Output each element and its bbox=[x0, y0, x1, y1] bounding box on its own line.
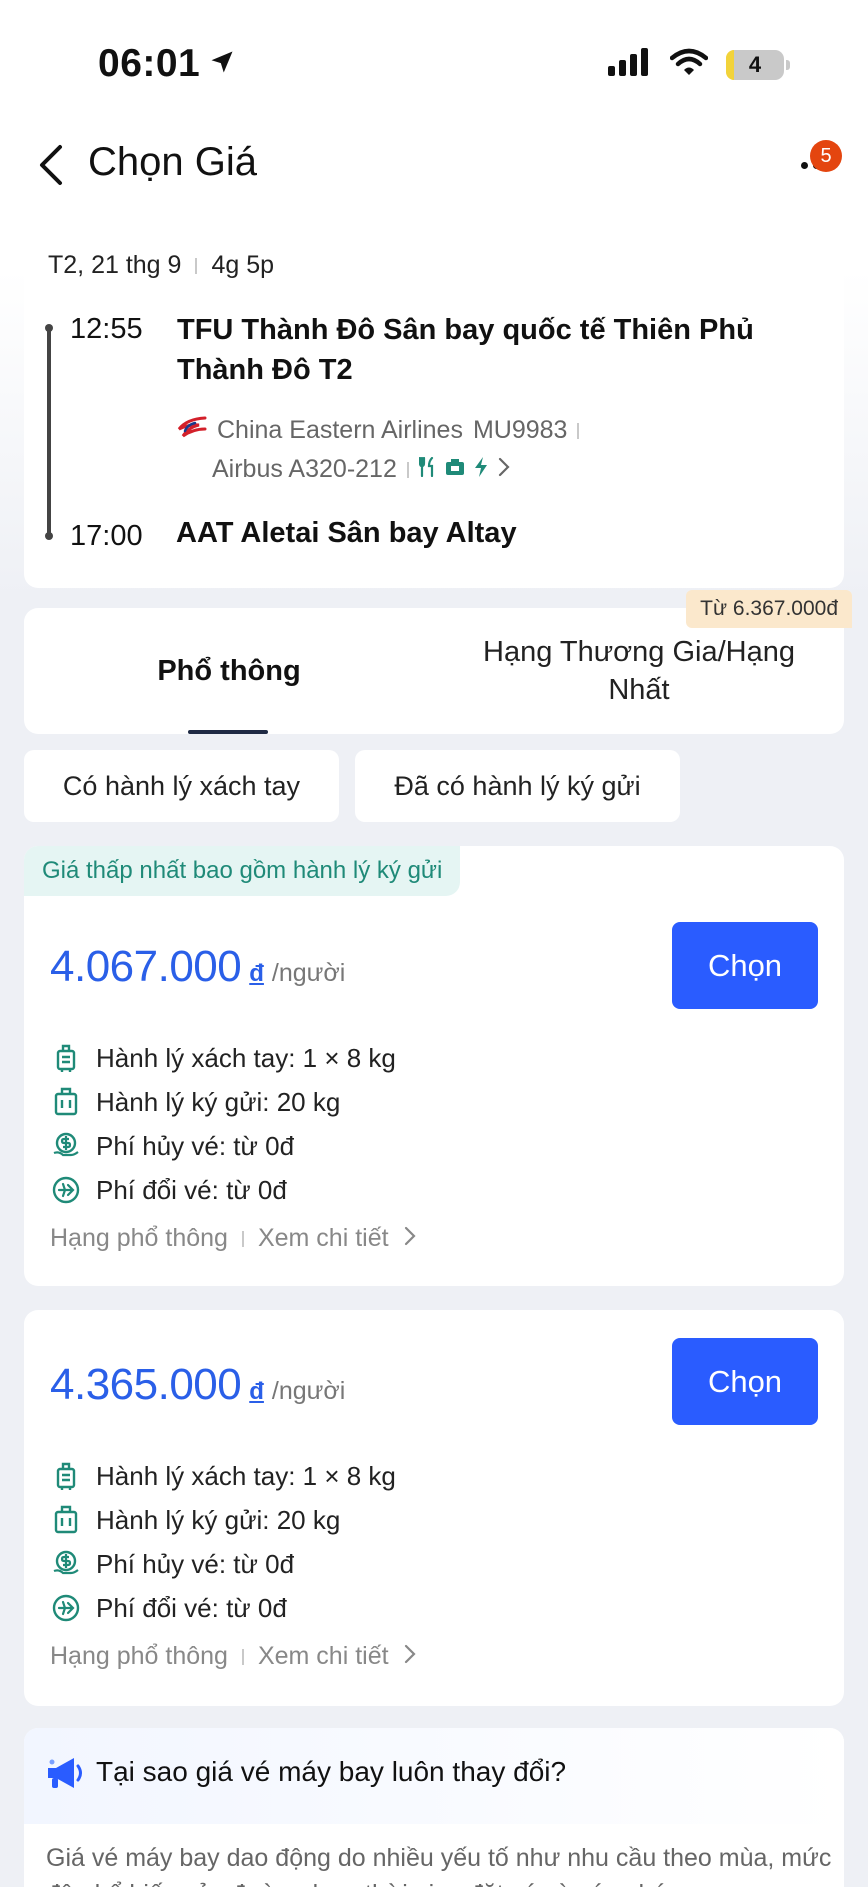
change-flight-icon bbox=[50, 1174, 82, 1206]
carry-on-bag-icon bbox=[50, 1460, 82, 1492]
flight-duration: 4g 5p bbox=[211, 251, 274, 279]
divider bbox=[195, 257, 198, 274]
chevron-right-icon bbox=[497, 455, 511, 484]
checked-bag-icon bbox=[50, 1504, 82, 1536]
fare-benefits: Hành lý xách tay: 1 × 8 kg Hành lý ký gử… bbox=[50, 1036, 396, 1212]
currency: đ bbox=[249, 960, 264, 987]
currency: đ bbox=[249, 1378, 264, 1405]
chevron-right-icon bbox=[403, 1642, 417, 1671]
aircraft-model: Airbus A320-212 bbox=[212, 455, 397, 483]
fare-price: 4.365.000 bbox=[50, 1360, 242, 1409]
benefit-cancel: Phí hủy vé: từ 0đ bbox=[50, 1542, 396, 1586]
status-bar: 06:01 4 bbox=[0, 30, 868, 100]
benefit-checked: Hành lý ký gửi: 20 kg bbox=[50, 1080, 396, 1124]
back-button[interactable] bbox=[30, 142, 70, 192]
price-row: 4.365.000 đ /người bbox=[50, 1360, 345, 1410]
refund-coin-icon bbox=[50, 1548, 82, 1580]
departure-time: 12:55 bbox=[70, 313, 143, 345]
benefit-cancel: Phí hủy vé: từ 0đ bbox=[50, 1124, 396, 1168]
timeline-dot-departure bbox=[45, 324, 53, 332]
info-title: Tại sao giá vé máy bay luôn thay đổi? bbox=[96, 1756, 567, 1787]
flight-date: T2, 21 thg 9 bbox=[48, 251, 182, 279]
per-person: /người bbox=[271, 1377, 346, 1405]
benefit-carry-on: Hành lý xách tay: 1 × 8 kg bbox=[50, 1036, 396, 1080]
divider bbox=[241, 1648, 244, 1665]
checked-bag-icon bbox=[50, 1086, 82, 1118]
benefit-carry-on: Hành lý xách tay: 1 × 8 kg bbox=[50, 1454, 396, 1498]
battery-indicator: 4 bbox=[726, 49, 790, 80]
filter-checked-baggage[interactable]: Đã có hành lý ký gửi bbox=[355, 750, 680, 822]
view-details-link[interactable]: Xem chi tiết bbox=[258, 1642, 389, 1671]
fare-card: Giá thấp nhất bao gồm hành lý ký gửi 4.0… bbox=[24, 846, 844, 1286]
flight-summary-card: T2, 21 thg 9 4g 5p 12:55 TFU Thành Đô Sâ… bbox=[24, 225, 844, 588]
fare-benefits: Hành lý xách tay: 1 × 8 kg Hành lý ký gử… bbox=[50, 1454, 396, 1630]
tab-economy[interactable]: Phổ thông bbox=[24, 608, 434, 734]
select-fare-button[interactable]: Chọn bbox=[672, 1338, 818, 1425]
more-options-button[interactable]: 5 bbox=[772, 140, 842, 190]
fare-price: 4.067.000 bbox=[50, 942, 242, 991]
filter-carry-on[interactable]: Có hành lý xách tay bbox=[24, 750, 339, 822]
flight-number: MU9983 bbox=[472, 416, 568, 444]
carry-on-bag-icon bbox=[50, 1042, 82, 1074]
location-arrow-icon bbox=[208, 42, 236, 86]
fare-class: Hạng phổ thông bbox=[50, 1224, 228, 1252]
arrival-time: 17:00 bbox=[70, 520, 143, 552]
info-body: Giá vé máy bay dao động do nhiều yếu tố … bbox=[46, 1844, 832, 1887]
arrival-airport: AAT Aletai Sân bay Altay bbox=[176, 517, 517, 549]
fare-footer: Hạng phổ thông Xem chi tiết bbox=[50, 1642, 417, 1671]
cellular-signal-icon bbox=[608, 48, 652, 81]
notification-badge: 5 bbox=[810, 140, 842, 172]
divider bbox=[406, 461, 409, 478]
fare-card: 4.365.000 đ /người Chọn Hành lý xách tay… bbox=[24, 1310, 844, 1706]
airline-name: China Eastern Airlines bbox=[217, 416, 463, 444]
status-time: 06:01 bbox=[98, 42, 236, 86]
business-price-badge: Từ 6.367.000đ bbox=[686, 590, 852, 628]
timeline-line bbox=[47, 328, 51, 536]
aircraft-row[interactable]: Airbus A320-212 bbox=[212, 455, 511, 484]
benefit-checked: Hành lý ký gửi: 20 kg bbox=[50, 1498, 396, 1542]
select-fare-button[interactable]: Chọn bbox=[672, 922, 818, 1009]
fare-footer: Hạng phổ thông Xem chi tiết bbox=[50, 1224, 417, 1253]
benefit-change: Phí đổi vé: từ 0đ bbox=[50, 1168, 396, 1212]
departure-airport: TFU Thành Đô Sân bay quốc tế Thiên Phủ T… bbox=[177, 314, 754, 386]
entertainment-icon bbox=[445, 455, 465, 484]
nav-bar: Chọn Giá 5 bbox=[0, 130, 868, 200]
per-person: /người bbox=[271, 959, 346, 987]
chevron-right-icon bbox=[403, 1224, 417, 1253]
power-outlet-icon bbox=[473, 455, 489, 484]
timeline-dot-arrival bbox=[45, 532, 53, 540]
wifi-icon bbox=[669, 48, 709, 81]
page-title: Chọn Giá bbox=[88, 140, 257, 184]
benefit-change: Phí đổi vé: từ 0đ bbox=[50, 1586, 396, 1630]
megaphone-icon bbox=[44, 1754, 86, 1799]
flight-meta: T2, 21 thg 9 4g 5p bbox=[48, 251, 274, 280]
change-flight-icon bbox=[50, 1592, 82, 1624]
chevron-left-icon bbox=[36, 143, 64, 192]
divider bbox=[577, 422, 580, 439]
fare-tag: Giá thấp nhất bao gồm hành lý ký gửi bbox=[24, 846, 461, 896]
fare-class: Hạng phổ thông bbox=[50, 1642, 228, 1670]
meal-icon bbox=[418, 455, 437, 484]
view-details-link[interactable]: Xem chi tiết bbox=[258, 1224, 389, 1253]
china-eastern-logo-icon bbox=[177, 415, 207, 446]
price-row: 4.067.000 đ /người bbox=[50, 942, 345, 992]
refund-coin-icon bbox=[50, 1130, 82, 1162]
airline-row: China Eastern Airlines MU9983 bbox=[177, 415, 580, 446]
divider bbox=[241, 1230, 244, 1247]
price-info-card: Tại sao giá vé máy bay luôn thay đổi? Gi… bbox=[24, 1728, 844, 1887]
